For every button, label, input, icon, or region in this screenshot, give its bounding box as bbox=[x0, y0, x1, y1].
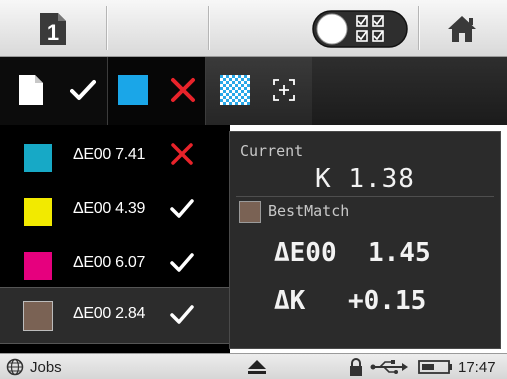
check-icon bbox=[68, 73, 98, 107]
tab-preview[interactable] bbox=[206, 57, 312, 125]
detail-panel: Current K 1.38 BestMatch ΔE00 1.45 ΔK +0… bbox=[229, 131, 501, 349]
toolbar-divider bbox=[418, 6, 419, 50]
delta-e-label: ΔE00 7.41 bbox=[73, 146, 146, 163]
jobs-button[interactable]: Jobs bbox=[6, 357, 62, 377]
color-swatch bbox=[24, 252, 52, 280]
eject-icon bbox=[248, 360, 266, 374]
bestmatch-label: BestMatch bbox=[268, 202, 350, 220]
compare-toggle-button[interactable] bbox=[312, 10, 408, 48]
delta-e-label: ΔE00 4.39 bbox=[73, 200, 146, 217]
status-bar: Jobs 17:47 bbox=[0, 353, 507, 379]
list-item-selected[interactable]: ΔE00 2.84 bbox=[0, 287, 230, 344]
delta-e-metric-label: ΔE00 bbox=[274, 238, 337, 268]
usb-indicator bbox=[370, 357, 410, 377]
list-item[interactable]: ΔE00 7.41 bbox=[0, 129, 230, 183]
toolbar-divider bbox=[106, 6, 107, 50]
tab-current[interactable] bbox=[108, 57, 206, 125]
list-item[interactable]: ΔE00 4.39 bbox=[0, 183, 230, 237]
measurement-tabstrip bbox=[0, 57, 507, 125]
job-document-icon: 1 bbox=[40, 13, 66, 45]
color-swatch bbox=[23, 301, 53, 331]
list-item[interactable]: ΔE00 6.07 bbox=[0, 237, 230, 291]
clock: 17:47 bbox=[458, 357, 496, 377]
battery-icon bbox=[418, 360, 452, 374]
lock-icon bbox=[350, 358, 362, 376]
job-number: 1 bbox=[47, 20, 59, 45]
focus-plus-icon[interactable] bbox=[270, 73, 298, 107]
sample-page-icon bbox=[16, 73, 46, 107]
home-icon bbox=[448, 16, 476, 42]
home-button[interactable] bbox=[444, 12, 480, 46]
delta-e-metric-value: 1.45 bbox=[368, 238, 431, 268]
current-swatch bbox=[118, 73, 148, 107]
jobs-label: Jobs bbox=[30, 358, 62, 376]
x-icon bbox=[171, 143, 193, 165]
check-icon bbox=[170, 253, 194, 272]
color-swatch bbox=[24, 198, 52, 226]
checkerboard-icon bbox=[220, 73, 250, 107]
delta-k-metric-label: ΔK bbox=[274, 286, 306, 316]
panel-divider bbox=[236, 196, 494, 197]
compare-toggle-icon bbox=[312, 10, 408, 48]
usb-icon bbox=[370, 360, 408, 374]
x-icon bbox=[168, 73, 198, 107]
top-toolbar: 1 bbox=[0, 0, 507, 57]
tab-sample[interactable] bbox=[0, 57, 108, 125]
check-icon bbox=[170, 305, 194, 324]
color-swatch bbox=[24, 144, 52, 172]
delta-e-label: ΔE00 2.84 bbox=[73, 305, 146, 322]
bestmatch-swatch bbox=[239, 201, 261, 223]
eject-button[interactable] bbox=[246, 357, 268, 377]
current-value: K 1.38 bbox=[315, 164, 415, 194]
current-swatch-color bbox=[118, 75, 148, 105]
toolbar-divider bbox=[208, 6, 209, 50]
check-icon bbox=[170, 199, 194, 218]
delta-k-metric-value: +0.15 bbox=[348, 286, 427, 316]
measurement-list: ΔE00 7.41 ΔE00 4.39 ΔE00 6.07 ΔE00 2.84 bbox=[0, 125, 230, 353]
current-label: Current bbox=[240, 142, 304, 160]
globe-icon bbox=[6, 358, 24, 376]
delta-e-label: ΔE00 6.07 bbox=[73, 254, 146, 271]
job-button[interactable]: 1 bbox=[36, 10, 70, 48]
lock-indicator bbox=[348, 357, 364, 377]
battery-indicator bbox=[418, 357, 454, 377]
time-label: 17:47 bbox=[458, 358, 496, 376]
